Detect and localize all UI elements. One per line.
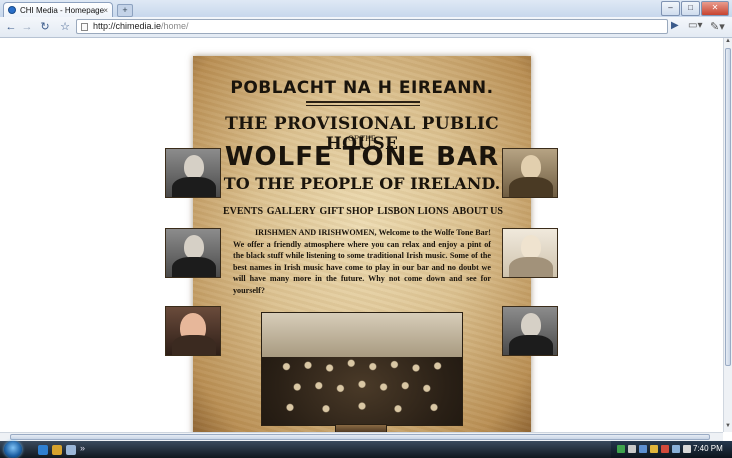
heading-poblacht: POBLACHT NA H EIREANN.: [230, 78, 494, 98]
new-tab-button[interactable]: +: [117, 4, 133, 17]
heading-people: TO THE PEOPLE OF IRELAND.: [223, 174, 501, 193]
hscroll-thumb[interactable]: [10, 434, 710, 440]
divider: [306, 105, 420, 106]
tray-icon[interactable]: [661, 445, 669, 453]
quicklaunch-overflow-icon[interactable]: »: [80, 443, 85, 453]
portrait-right-2[interactable]: [502, 228, 558, 278]
page-menu-icon[interactable]: ▭▾: [688, 20, 702, 31]
clock[interactable]: 7:40 PM: [693, 444, 723, 453]
window-controls: – □ ✕: [660, 1, 729, 16]
reload-button[interactable]: ↻: [38, 20, 52, 34]
nav-gift-shop[interactable]: GIFT SHOP: [320, 206, 374, 217]
page-viewport: POBLACHT NA H EIREANN. THE PROVISIONAL P…: [0, 38, 723, 432]
portrait-left-2[interactable]: [165, 228, 221, 278]
scroll-down-icon[interactable]: ▼: [724, 423, 732, 431]
scroll-up-icon[interactable]: ▲: [724, 38, 732, 46]
folder-icon[interactable]: [52, 445, 62, 455]
parchment-poster: POBLACHT NA H EIREANN. THE PROVISIONAL P…: [193, 56, 531, 432]
heading-bar-name: WOLFE TONE BAR: [224, 142, 500, 172]
desktop-icon[interactable]: [66, 445, 76, 455]
tab-title: CHI Media - Homepage: [20, 6, 105, 15]
browser-tab[interactable]: CHI Media - Homepage ×: [3, 2, 113, 17]
address-bar[interactable]: http://chimedia.ie/home/: [76, 19, 668, 34]
nav-about-us[interactable]: ABOUT US: [452, 206, 503, 217]
close-tab-icon[interactable]: ×: [103, 3, 108, 17]
volume-icon[interactable]: [683, 445, 691, 453]
bookmark-star-icon[interactable]: ☆: [58, 20, 72, 34]
portrait-left-1[interactable]: [165, 148, 221, 198]
tray-icon[interactable]: [639, 445, 647, 453]
nav-lisbon-lions[interactable]: LISBON LIONS: [377, 206, 448, 217]
portrait-right-3[interactable]: [502, 306, 558, 356]
go-arrow-icon[interactable]: ▶: [671, 20, 679, 31]
portrait-left-3[interactable]: [165, 306, 221, 356]
back-button[interactable]: ←: [4, 20, 18, 34]
horizontal-scrollbar[interactable]: [0, 432, 723, 441]
forward-button[interactable]: →: [20, 20, 34, 34]
title-bar: CHI Media - Homepage × + – □ ✕: [0, 0, 732, 17]
network-icon[interactable]: [672, 445, 680, 453]
nav-gallery[interactable]: GALLERY: [267, 206, 316, 217]
wrench-icon[interactable]: ✎▾: [710, 20, 725, 33]
url-host: http://chimedia.ie: [93, 21, 162, 31]
ie-icon[interactable]: [38, 445, 48, 455]
bottom-image: [335, 424, 387, 432]
close-window-button[interactable]: ✕: [701, 1, 729, 16]
favicon-icon: [8, 6, 16, 14]
intro-paragraph: IRISHMEN AND IRISHWOMEN, Welcome to the …: [233, 228, 491, 295]
vertical-scrollbar[interactable]: ▲ ▼: [723, 38, 732, 432]
portrait-right-1[interactable]: [502, 148, 558, 198]
browser-toolbar: ← → ↻ ☆ http://chimedia.ie/home/ ▶ ▭▾ ✎▾: [0, 17, 732, 38]
tray-icon[interactable]: [617, 445, 625, 453]
divider: [306, 101, 420, 103]
taskbar: » 7:40 PM: [0, 441, 732, 458]
start-button[interactable]: [4, 441, 22, 458]
maximize-button[interactable]: □: [681, 1, 700, 16]
tray-icon[interactable]: [650, 445, 658, 453]
url-path: /home/: [161, 21, 189, 31]
nav-events[interactable]: EVENTS: [223, 206, 263, 217]
tray-icon[interactable]: [628, 445, 636, 453]
main-nav: EVENTS GALLERY GIFT SHOP LISBON LIONS AB…: [223, 206, 503, 217]
page-icon: [81, 23, 88, 31]
minimize-button[interactable]: –: [661, 1, 680, 16]
group-photo: [261, 312, 463, 426]
scroll-thumb[interactable]: [725, 48, 731, 366]
